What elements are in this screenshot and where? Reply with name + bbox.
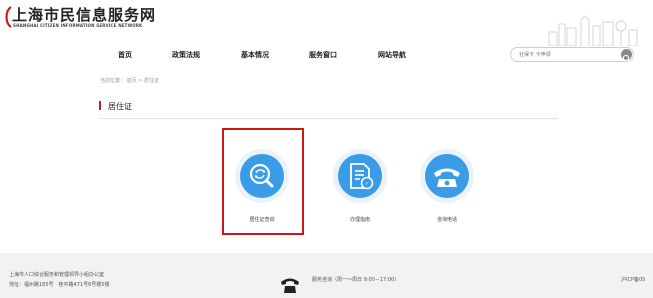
search-button[interactable] [621,49,632,63]
search-box [510,47,634,63]
tile-icon-halo [420,149,474,203]
footer-org-name: 上海市人口综合服务和管理领导小组办公室 [9,272,105,278]
search-input[interactable] [519,50,615,59]
footer-hours: 服务咨询（周一～周日 9:00－17:00） [312,277,400,283]
nav-item-service-window[interactable]: 服务窗口 [309,50,337,60]
nav-item-basic-info[interactable]: 基本情况 [241,50,269,60]
tile-icon-halo [333,149,387,203]
tile-residence-permit-query[interactable]: 居住证查询 [222,128,302,233]
footer-icp[interactable]: 沪ICP备05 [621,276,645,283]
nav-item-site-map[interactable]: 网站导航 [378,50,406,60]
footer-address: 地址：福州路185号 桂平路471号6号楼5楼 [9,282,110,288]
tile-icon-circle [425,154,469,198]
document-compass-icon [350,163,374,190]
search-refresh-icon [249,163,274,188]
breadcrumb: 当前位置： 首页 > 居住证 [100,78,159,84]
tile-label: 咨询电话 [436,217,457,223]
tile-label: 办理指南 [349,217,370,223]
tile-icon-circle [240,154,284,198]
site-logo-subtitle: SHANGHAI CITIZEN INFORMATION SERVICE NET… [13,23,143,28]
section-divider [100,118,557,119]
section-title: 居住证 [108,102,132,111]
tile-icon-circle [338,154,382,198]
section-accent-bar [99,101,101,110]
tile-label: 居住证查询 [249,217,275,223]
tile-icon-halo [235,149,289,203]
nav-item-home[interactable]: 首页 [118,50,132,60]
telephone-icon [434,168,460,187]
nav-item-policy[interactable]: 政策法规 [172,50,200,60]
tile-hotline[interactable]: 咨询电话 [407,128,487,233]
site-logo-title[interactable]: 上海市民信息服务网 [12,4,156,25]
tile-guide[interactable]: 办理指南 [320,128,400,233]
footer-telephone-icon [281,278,299,293]
search-icon [622,54,631,63]
